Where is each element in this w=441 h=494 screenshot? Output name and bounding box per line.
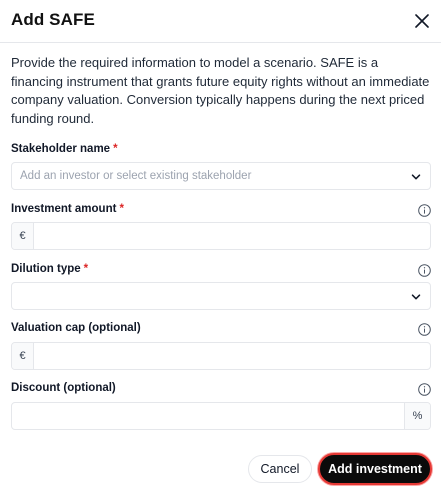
discount-label: Discount (optional) xyxy=(11,382,116,394)
info-icon[interactable] xyxy=(418,323,431,336)
chevron-down-icon xyxy=(411,174,421,180)
required-mark: * xyxy=(83,263,89,275)
info-icon[interactable] xyxy=(418,264,431,277)
cancel-button[interactable]: Cancel xyxy=(248,455,312,483)
dilution-type-label: Dilution type * xyxy=(11,263,89,275)
valuation-cap-label: Valuation cap (optional) xyxy=(11,322,141,334)
dialog-title: Add SAFE xyxy=(11,10,95,29)
dilution-type-select[interactable] xyxy=(11,282,431,310)
chevron-down-icon xyxy=(411,294,421,300)
close-button[interactable] xyxy=(409,8,435,34)
info-icon[interactable] xyxy=(418,383,431,396)
required-mark: * xyxy=(119,203,124,215)
valuation-cap-field[interactable]: € xyxy=(11,342,431,370)
currency-addon: € xyxy=(12,223,34,249)
stakeholder-name-label: Stakeholder name * xyxy=(11,143,118,155)
investment-amount-field[interactable]: € xyxy=(11,222,431,250)
investment-amount-label: Investment amount * xyxy=(11,203,124,215)
stakeholder-placeholder: Add an investor or select existing stake… xyxy=(20,170,252,182)
info-icon[interactable] xyxy=(418,204,431,217)
stakeholder-select[interactable]: Add an investor or select existing stake… xyxy=(11,162,431,190)
percent-addon: % xyxy=(404,403,430,429)
add-investment-button[interactable]: Add investment xyxy=(318,453,432,485)
dialog-header: Add SAFE xyxy=(0,0,441,43)
currency-addon: € xyxy=(12,343,34,369)
required-mark: * xyxy=(113,143,118,155)
dialog-description: Provide the required information to mode… xyxy=(11,55,430,126)
close-icon[interactable] xyxy=(415,14,429,28)
discount-field[interactable]: % xyxy=(11,402,431,430)
